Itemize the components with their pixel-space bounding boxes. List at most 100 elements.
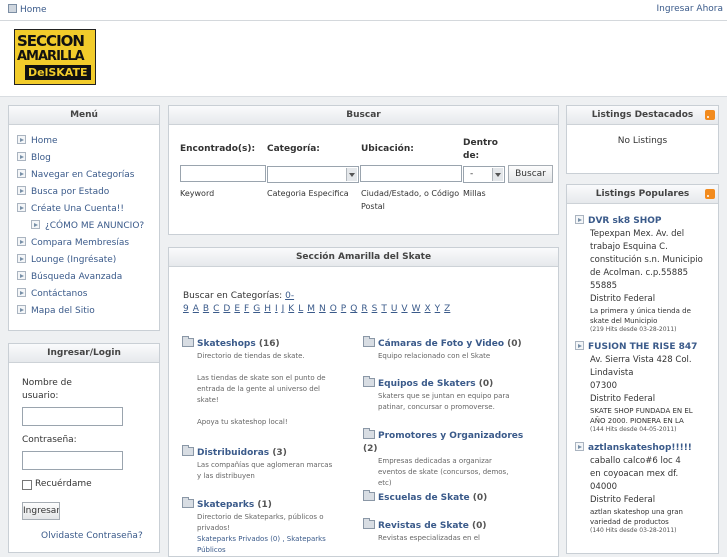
letter-link-a[interactable]: A — [193, 304, 199, 314]
category-name[interactable]: Distribuidoras — [197, 448, 269, 458]
category-heading[interactable]: Cámaras de Foto y Video (0) — [363, 336, 535, 351]
menu-item-lounge[interactable]: Lounge (Ingrésate) — [17, 252, 159, 269]
letter-link-d[interactable]: D — [223, 304, 230, 314]
category-description: Equipo relacionado con el Skate — [378, 352, 491, 360]
category-description: Apoya tu skateshop local! — [197, 418, 288, 426]
username-input[interactable] — [22, 407, 123, 426]
category-heading[interactable]: Escuelas de Skate (0) — [363, 490, 535, 505]
listing-address: Lindavista — [590, 368, 634, 378]
category-count: (0) — [507, 339, 522, 349]
category-name[interactable]: Skateparks — [197, 500, 254, 510]
letter-link-b[interactable]: B — [203, 304, 209, 314]
listing-title[interactable]: DVR sk8 SHOP — [575, 215, 715, 228]
category-count: (1) — [257, 500, 272, 510]
search-button[interactable]: Buscar — [508, 165, 553, 183]
bullet-icon — [17, 271, 26, 280]
letter-link-i[interactable]: I — [275, 304, 278, 314]
category-heading[interactable]: Promotores y Organizadores (2) — [363, 428, 535, 456]
category-heading[interactable]: Distribuidoras (3) — [182, 445, 354, 460]
categories-panel: Sección Amarilla del Skate Buscar en Cat… — [168, 247, 559, 557]
letter-link-t[interactable]: T — [381, 304, 387, 314]
letter-link-r[interactable]: R — [361, 304, 367, 314]
listing-address: Distrito Federal — [590, 394, 656, 404]
menu-item-how-to-advertise[interactable]: ¿CÓMO ME ANUNCIO? — [17, 218, 159, 235]
login-submit-button[interactable]: Ingresar — [22, 502, 60, 520]
letter-link-u[interactable]: U — [391, 304, 398, 314]
letter-link-x[interactable]: X — [424, 304, 430, 314]
category-heading[interactable]: Equipos de Skaters (0) — [363, 376, 535, 391]
listing-title[interactable]: FUSION THE RISE 847 — [575, 341, 715, 354]
category-name[interactable]: Revistas de Skate — [378, 521, 469, 531]
category-name[interactable]: Equipos de Skaters — [378, 379, 476, 389]
forgot-password-link[interactable]: Olvidaste Contraseña? — [41, 530, 143, 543]
letter-link-q[interactable]: Q — [350, 304, 357, 314]
letter-link-l[interactable]: L — [298, 304, 303, 314]
category-item: Skateparks (1) Directorio de Skateparks, … — [182, 497, 354, 556]
listing-name[interactable]: DVR sk8 SHOP — [588, 216, 662, 226]
letter-link-y[interactable]: Y — [435, 304, 441, 314]
listing-description: SKATE SHOP FUNDADA EN EL — [590, 407, 693, 415]
listing-name[interactable]: FUSION THE RISE 847 — [588, 342, 697, 352]
menu-item-advanced-search[interactable]: Búsqueda Avanzada — [17, 269, 159, 286]
bullet-icon — [17, 305, 26, 314]
menu-item-home[interactable]: Home — [17, 133, 159, 150]
letter-link-p[interactable]: P — [341, 304, 346, 314]
menu-item-contact[interactable]: Contáctanos — [17, 286, 159, 303]
letter-link-k[interactable]: K — [288, 304, 294, 314]
folder-icon — [363, 376, 375, 387]
letter-link-v[interactable]: V — [401, 304, 407, 314]
listing-description: AÑO 2000. PIONERA EN LA — [590, 417, 684, 425]
password-input[interactable] — [22, 451, 123, 470]
subcategory-links[interactable]: Skateparks Privados (0) , Skateparks Púb… — [197, 534, 354, 556]
letter-link-o[interactable]: O — [330, 304, 337, 314]
letter-link-h[interactable]: H — [264, 304, 271, 314]
letter-link-z[interactable]: Z — [444, 304, 450, 314]
menu-item-categories[interactable]: Navegar en Categorías — [17, 167, 159, 184]
login-now-link[interactable]: Ingresar Ahora — [657, 4, 723, 14]
search-panel: Buscar Encontrado(s): Categoría: Ubicaci… — [168, 105, 559, 235]
remember-checkbox[interactable] — [22, 480, 32, 490]
category-description: etc) — [378, 479, 392, 487]
popular-listings-panel: Listings Populares DVR sk8 SHOP Tepexpan … — [566, 184, 719, 554]
home-link[interactable]: Home — [8, 4, 47, 15]
category-select[interactable] — [267, 166, 359, 183]
menu-item-create-account[interactable]: Créate Una Cuenta!! — [17, 201, 159, 218]
category-hint: Categoria Especifica — [267, 189, 349, 198]
distance-select[interactable]: - — [463, 166, 505, 183]
menu-item-sitemap[interactable]: Mapa del Sitio — [17, 303, 159, 320]
category-heading[interactable]: Skateshops (16) — [182, 336, 354, 351]
category-description: Empresas dedicadas a organizar — [378, 457, 492, 465]
letter-link-n[interactable]: N — [319, 304, 326, 314]
folder-icon — [363, 490, 375, 501]
category-name[interactable]: Cámaras de Foto y Video — [378, 339, 504, 349]
category-name[interactable]: Skateshops — [197, 339, 256, 349]
listing-title[interactable]: aztlanskateshop!!!!! — [575, 442, 715, 455]
keyword-input[interactable] — [180, 165, 266, 182]
listing-name[interactable]: aztlanskateshop!!!!! — [588, 443, 692, 453]
letter-link-m[interactable]: M — [307, 304, 315, 314]
letter-link-j[interactable]: J — [282, 304, 285, 314]
menu-item-memberships[interactable]: Compara Membresías — [17, 235, 159, 252]
letter-link-w[interactable]: W — [412, 304, 421, 314]
letter-link-g[interactable]: G — [253, 304, 260, 314]
listing-address: trabajo Esquina C. — [590, 242, 668, 252]
top-bar: Home Ingresar Ahora — [0, 0, 727, 21]
category-heading[interactable]: Skateparks (1) — [182, 497, 354, 512]
listing-address: caballo calco#6 loc 4 — [590, 456, 681, 466]
letter-link-c[interactable]: C — [213, 304, 219, 314]
listing-address: de Acolman. c.p.55885 — [590, 268, 689, 278]
category-description: patinar, concursar o promoverse. — [378, 403, 495, 411]
menu-item-blog[interactable]: Blog — [17, 150, 159, 167]
letter-link-f[interactable]: F — [244, 304, 249, 314]
category-name[interactable]: Escuelas de Skate — [378, 493, 470, 503]
site-logo[interactable]: SECCION AMARILLA DelSKATE — [14, 29, 96, 85]
location-input[interactable] — [360, 165, 462, 182]
rss-icon[interactable] — [705, 110, 715, 120]
category-description: Directorio de Skateparks, públicos o — [197, 513, 324, 521]
letter-link-s[interactable]: S — [372, 304, 378, 314]
menu-item-by-state[interactable]: Busca por Estado — [17, 184, 159, 201]
rss-icon[interactable] — [705, 189, 715, 199]
letter-link-e[interactable]: E — [234, 304, 240, 314]
category-heading[interactable]: Revistas de Skate (0) — [363, 518, 535, 533]
category-name[interactable]: Promotores y Organizadores — [378, 431, 523, 441]
